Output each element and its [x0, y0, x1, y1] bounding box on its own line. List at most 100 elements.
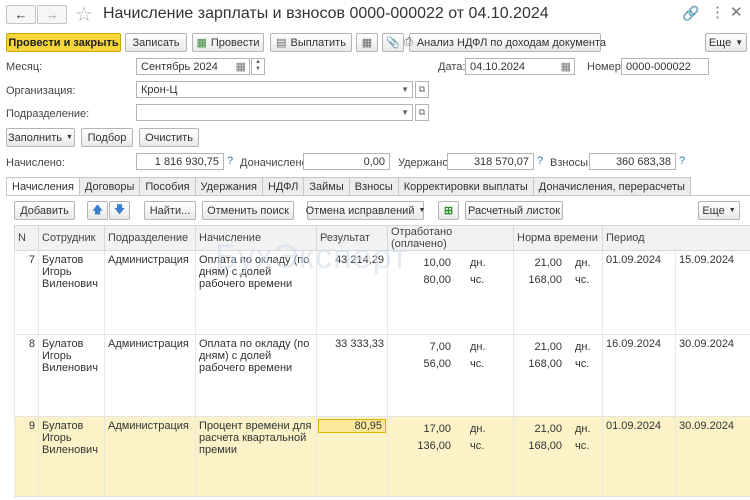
period-start-cell[interactable]: 01.09.2024 [602, 250, 676, 335]
add-button[interactable]: Добавить [14, 201, 75, 220]
number-label: Номер: [587, 61, 624, 73]
date-field[interactable]: 04.10.2024 ▦ [465, 58, 575, 75]
menu-dots-icon[interactable]: ⋮ [710, 3, 725, 21]
chevron-down-icon: ▼ [728, 207, 736, 214]
result-cell[interactable]: 33 333,33 [316, 334, 388, 417]
result-edit-box[interactable]: 80,95 [318, 419, 386, 433]
excel-button[interactable]: ⊞ [438, 201, 459, 220]
norm-cell[interactable]: 21,00 дн. 168,00 чс. [513, 416, 603, 497]
column-header-n[interactable]: N [14, 225, 39, 251]
table-row-selected[interactable]: 9 Булатов Игорь Виленович Администрация … [14, 416, 750, 497]
department-field[interactable]: ▼ [136, 104, 413, 121]
withheld-label: Удержано: [398, 157, 452, 169]
norm-cell[interactable]: 21,00 дн. 168,00 чс. [513, 334, 603, 417]
month-field[interactable]: Сентябрь 2024 ▦ [136, 58, 250, 75]
back-button[interactable]: ← [6, 5, 36, 24]
period-start-cell[interactable]: 16.09.2024 [602, 334, 676, 417]
clear-button[interactable]: Очистить [139, 128, 199, 147]
grid-more-button[interactable]: Еще ▼ [698, 201, 740, 220]
tab-benefits[interactable]: Пособия [139, 177, 196, 195]
column-header-department[interactable]: Подразделение [104, 225, 196, 251]
department-cell[interactable]: Администрация [104, 416, 196, 497]
save-button[interactable]: Записать [125, 33, 187, 52]
accrual-cell[interactable]: Оплата по окладу (по дням) с долей рабоч… [195, 334, 317, 417]
employee-cell[interactable]: Булатов Игорь Виленович [38, 416, 105, 497]
tab-loans[interactable]: Займы [303, 177, 350, 195]
find-button[interactable]: Найти... [144, 201, 196, 220]
more-button[interactable]: Еще ▼ [705, 33, 747, 52]
help-icon[interactable]: ? [537, 155, 543, 167]
forward-button[interactable]: → [37, 5, 67, 24]
post-button[interactable]: ▦ Провести [192, 33, 264, 52]
additional-label: Доначислено: [240, 157, 311, 169]
cancel-corrections-button[interactable]: Отмена исправлений ▼ [306, 201, 425, 220]
worked-cell[interactable]: 7,00 дн. 56,00 чс. [387, 334, 514, 417]
tab-bar: Начисления Договоры Пособия Удержания НД… [6, 177, 691, 196]
table-row[interactable]: 8 Булатов Игорь Виленович Администрация … [14, 334, 750, 417]
organization-label: Организация: [6, 85, 76, 97]
norm-cell[interactable]: 21,00 дн. 168,00 чс. [513, 250, 603, 335]
printer-icon: ⎙ [404, 36, 413, 48]
cancel-search-button[interactable]: Отменить поиск [202, 201, 294, 220]
calendar-icon[interactable]: ▦ [561, 60, 571, 73]
tab-accruals[interactable]: Начисления [6, 177, 80, 196]
close-icon[interactable]: ✕ [730, 3, 743, 21]
column-header-norm[interactable]: Норма времени [513, 225, 603, 251]
fill-button[interactable]: Заполнить ▼ [6, 128, 75, 147]
arrow-up-icon: 🡅 [91, 204, 104, 216]
paperclip-icon: 📎 [386, 37, 400, 49]
pay-button[interactable]: ▤ Выплатить [270, 33, 352, 52]
column-header-employee[interactable]: Сотрудник [38, 225, 105, 251]
open-icon[interactable]: ⧉ [415, 81, 429, 98]
arrow-left-icon: ← [14, 7, 28, 22]
month-label: Месяц: [6, 61, 43, 73]
period-end-cell[interactable]: 30.09.2024 [675, 416, 750, 497]
favorite-star-icon[interactable]: ☆ [75, 2, 93, 27]
accrued-total: 1 816 930,75 [136, 153, 224, 170]
employee-cell[interactable]: Булатов Игорь Виленович [38, 250, 105, 335]
link-icon[interactable]: 🔗 [682, 5, 699, 22]
withheld-total: 318 570,07 [447, 153, 534, 170]
tab-payment-corrections[interactable]: Корректировки выплаты [397, 177, 534, 195]
department-label: Подразделение: [6, 108, 90, 120]
select-button[interactable]: Подбор [81, 128, 133, 147]
month-stepper[interactable]: ▲ ▼ [251, 58, 265, 75]
move-up-button[interactable]: 🡅 [87, 201, 108, 220]
report-icon: ▦ [361, 37, 373, 49]
help-icon[interactable]: ? [679, 155, 685, 167]
tab-ndfl[interactable]: НДФЛ [261, 177, 305, 195]
contributions-label: Взносы: [550, 157, 592, 169]
dropdown-icon[interactable]: ▼ [401, 85, 409, 94]
tab-deductions[interactable]: Удержания [194, 177, 263, 195]
organization-field[interactable]: Крон-Ц ▼ [136, 81, 413, 98]
tab-recalculations[interactable]: Доначисления, перерасчеты [532, 177, 691, 195]
period-start-cell[interactable]: 01.09.2024 [602, 416, 676, 497]
attachment-button[interactable]: 📎 [382, 33, 404, 52]
column-header-period[interactable]: Период [602, 225, 750, 251]
help-icon[interactable]: ? [227, 155, 233, 167]
open-icon[interactable]: ⧉ [415, 104, 429, 121]
report-button[interactable]: ▦ [356, 33, 378, 52]
tab-contracts[interactable]: Договоры [78, 177, 141, 195]
window-title: Начисление зарплаты и взносов 0000-00002… [103, 5, 549, 22]
worked-cell[interactable]: 17,00 дн. 136,00 чс. [387, 416, 514, 497]
watermark: БухЭксперт [215, 238, 409, 276]
department-cell[interactable]: Администрация [104, 250, 196, 335]
period-end-cell[interactable]: 15.09.2024 [675, 250, 750, 335]
post-and-close-button[interactable]: Провести и закрыть [6, 33, 121, 52]
number-field[interactable]: 0000-000022 [621, 58, 709, 75]
employee-cell[interactable]: Булатов Игорь Виленович [38, 334, 105, 417]
ndfl-analysis-button[interactable]: ⎙ Анализ НДФЛ по доходам документа [404, 33, 606, 52]
calendar-icon[interactable]: ▦ [236, 60, 246, 73]
period-end-cell[interactable]: 30.09.2024 [675, 334, 750, 417]
department-cell[interactable]: Администрация [104, 334, 196, 417]
row-number: 8 [14, 334, 39, 417]
contributions-total: 360 683,38 [589, 153, 676, 170]
payslip-button[interactable]: Расчетный листок [465, 201, 563, 220]
tab-contributions[interactable]: Взносы [348, 177, 399, 195]
accrual-cell[interactable]: Процент времени для расчета квартальной … [195, 416, 317, 497]
dropdown-icon[interactable]: ▼ [401, 108, 409, 117]
chevron-down-icon: ▼ [735, 38, 744, 47]
result-cell-active[interactable]: 80,95 [316, 416, 388, 497]
move-down-button[interactable]: 🡇 [109, 201, 130, 220]
